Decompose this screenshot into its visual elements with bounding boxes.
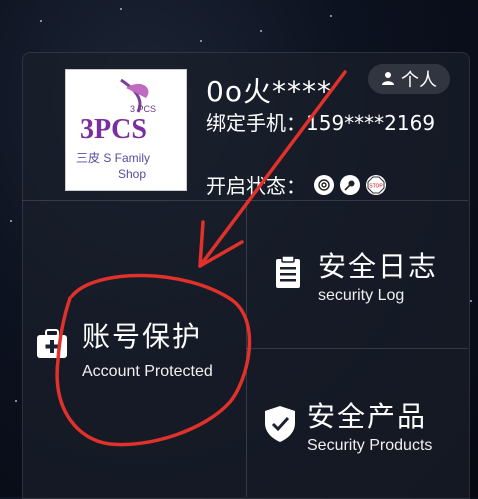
shield-check-icon — [263, 405, 297, 447]
tile-security-products[interactable]: 安全产品 Security Products — [247, 349, 468, 497]
status-row: 开启状态： STOP — [206, 170, 386, 199]
stop-sign-icon: STOP — [366, 174, 386, 195]
tile-account-title: 账号保护 — [82, 320, 203, 353]
personal-button[interactable]: 个人 — [368, 64, 450, 94]
svg-text:Shop: Shop — [118, 167, 146, 181]
bound-phone-label: 绑定手机：159****2169 — [206, 111, 436, 135]
tile-products-title: 安全产品 — [307, 400, 428, 433]
svg-text:三皮 S Family: 三皮 S Family — [76, 151, 150, 165]
tile-products-subtitle: Security Products — [307, 437, 433, 454]
svg-text:3 PCS: 3 PCS — [130, 104, 156, 114]
user-name: 0o火**** — [206, 75, 332, 108]
shop-logo-image: 3 PCS 3PCS 三皮 S Family Shop — [66, 70, 186, 190]
svg-text:3PCS: 3PCS — [80, 114, 147, 145]
tile-security-log[interactable]: 安全日志 security Log — [247, 201, 468, 348]
fingerprint-icon — [314, 174, 334, 195]
personal-button-label: 个人 — [401, 70, 437, 91]
svg-text:STOP: STOP — [369, 183, 383, 189]
first-aid-kit-icon — [36, 329, 68, 363]
person-icon — [381, 69, 395, 90]
satellite-icon — [340, 174, 360, 195]
status-label: 开启状态： — [206, 174, 306, 198]
avatar[interactable]: 3 PCS 3PCS 三皮 S Family Shop — [65, 69, 187, 191]
tile-account-subtitle: Account Protected — [82, 363, 213, 380]
tile-log-subtitle: security Log — [318, 287, 405, 304]
clipboard-icon — [275, 255, 301, 293]
tile-log-title: 安全日志 — [318, 250, 439, 283]
tile-account-protection[interactable]: 账号保护 Account Protected — [22, 201, 246, 497]
